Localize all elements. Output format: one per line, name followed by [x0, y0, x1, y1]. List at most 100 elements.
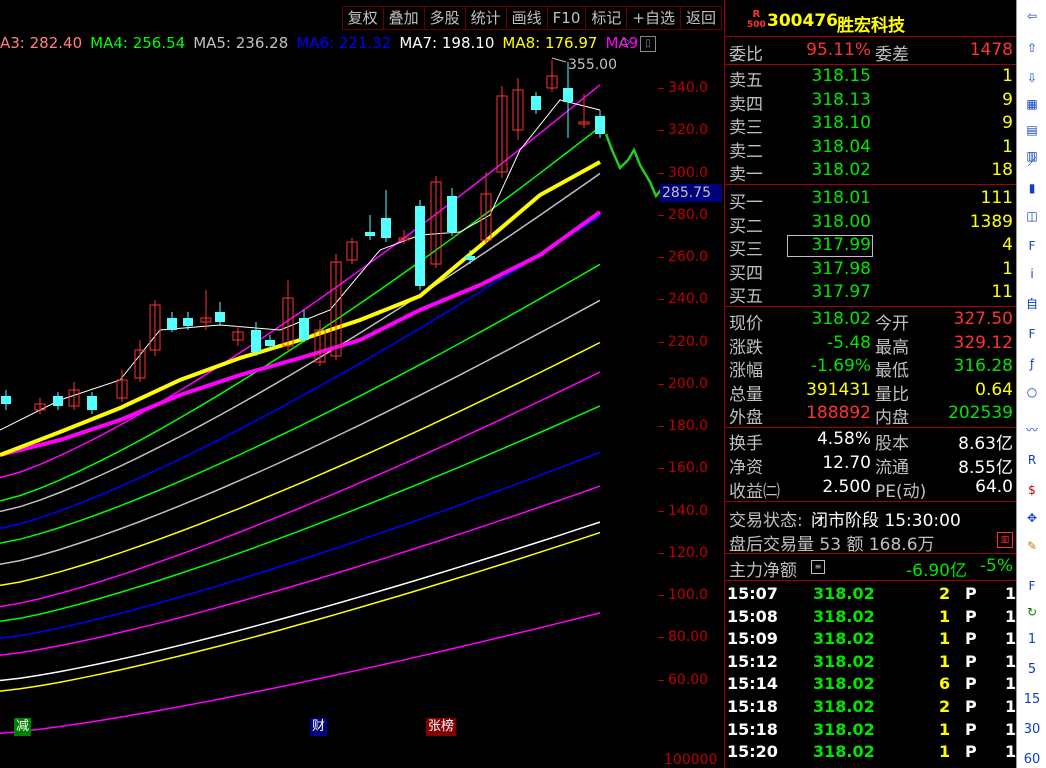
- price-axis: 340.0 320.0 300.0 280.0 260.0 240.0 220.0 200.0…: [657, 56, 724, 768]
- event-marker[interactable]: 财: [310, 718, 328, 736]
- refresh-icon[interactable]: ↻: [1022, 602, 1042, 622]
- stat-value: -1.69%: [810, 356, 871, 376]
- kline-chart[interactable]: 复权 叠加 多股 统计 画线 F10 标记 +自选 返回 A3: 282.40 MA4: 256.…: [0, 0, 724, 768]
- tick-volume: 2: [939, 584, 951, 603]
- price-tick: 80.00: [657, 629, 709, 646]
- tick-row[interactable]: 15:18 318.02 1 P 1: [725, 720, 1017, 742]
- period-button[interactable]: 1: [1017, 632, 1046, 647]
- table-icon[interactable]: ▤: [1022, 120, 1042, 140]
- ask-row: 卖三 318.10 9: [725, 113, 1017, 138]
- f12-icon[interactable]: F: [1022, 324, 1042, 344]
- window-icon[interactable]: ◫: [1022, 206, 1042, 226]
- ask-volume: 1: [1002, 66, 1013, 86]
- stat-label: 最高: [875, 337, 909, 358]
- dollar-icon[interactable]: $: [1022, 480, 1042, 500]
- fx-icon[interactable]: ƒ: [1022, 354, 1042, 374]
- stat-row: 涨幅 -1.69% 最低 316.28: [725, 356, 1017, 381]
- wave-icon[interactable]: 〰: [1022, 420, 1042, 440]
- ask-label: 卖二: [729, 141, 763, 162]
- circle-icon[interactable]: ○: [1022, 382, 1042, 402]
- high-price-label: 355.00: [568, 57, 617, 73]
- ma-line: [0, 612, 601, 735]
- stat-label: 股本: [875, 434, 909, 454]
- period-button[interactable]: 60: [1017, 752, 1046, 767]
- grid-icon[interactable]: ▦: [1022, 94, 1042, 114]
- back-arrow-icon[interactable]: ⇦: [1022, 6, 1042, 26]
- toolbar-button-8[interactable]: 返回: [679, 6, 722, 30]
- bid-row: 买一 318.01 111: [725, 188, 1017, 213]
- ask-volume: 9: [1002, 89, 1013, 110]
- stat-value: 2.500: [822, 477, 871, 497]
- stat-label: 净资: [729, 458, 763, 478]
- stat-value: 8.55亿: [958, 458, 1013, 478]
- stat-row: 外盘 188892 内盘 202539: [725, 403, 1017, 428]
- candle-body: [563, 88, 573, 102]
- pencil-icon[interactable]: ✎: [1022, 536, 1042, 556]
- stat-value: -5.48: [827, 332, 871, 353]
- bid-row: 买二 318.00 1389: [725, 211, 1017, 237]
- stat-label: 最低: [875, 361, 909, 381]
- candlestick-plot[interactable]: 355.00: [0, 0, 660, 768]
- tick-flag: P: [965, 674, 977, 694]
- tick-time: 15:20: [727, 742, 778, 762]
- move-icon[interactable]: ✥: [1022, 508, 1042, 528]
- kline-icon[interactable]: ▮: [1022, 178, 1042, 198]
- stat-label: 今开: [875, 314, 909, 334]
- bid-price: 318.01: [811, 188, 871, 208]
- candle-body: [251, 330, 261, 352]
- bid-price: 317.98: [811, 258, 871, 279]
- tick-price: 318.02: [813, 697, 875, 716]
- tick-volume: 1: [939, 742, 951, 762]
- rsi-icon[interactable]: R: [1022, 450, 1042, 470]
- candle-body: [87, 396, 97, 410]
- tick-row[interactable]: 15:20 318.02 1 P 1: [725, 742, 1017, 764]
- bid-volume: 1389: [969, 211, 1013, 232]
- period-button[interactable]: 15: [1017, 692, 1046, 707]
- tick-count: 1: [1005, 629, 1017, 649]
- stat-value: 188892: [806, 403, 871, 423]
- event-marker[interactable]: 减: [14, 718, 32, 736]
- bid-volume: 11: [991, 282, 1013, 302]
- chart-mini-icon[interactable]: ▥: [997, 532, 1013, 548]
- candle-body: [465, 256, 475, 260]
- stat-row: 收益㈡ 2.500 PE(动) 64.0: [725, 477, 1017, 502]
- tick-volume: 1: [939, 719, 951, 739]
- stat-value: 4.58%: [816, 429, 871, 449]
- ask-label: 卖四: [729, 94, 763, 115]
- ask-row: 卖二 318.04 1: [725, 137, 1017, 162]
- tick-row[interactable]: 15:12 318.02 1 P 1: [725, 652, 1017, 674]
- price-tick: 160.0: [657, 460, 709, 477]
- stat-label: 涨跌: [729, 337, 763, 358]
- stat-label: 涨幅: [729, 361, 763, 381]
- stat-value: 327.50: [953, 309, 1013, 329]
- f5-icon[interactable]: F: [1022, 576, 1042, 596]
- price-tick: 120.0: [657, 544, 709, 561]
- ask-volume: 9: [1002, 113, 1013, 133]
- hand-drawn-line: [604, 133, 660, 199]
- down-arrow-icon[interactable]: ⇩: [1022, 68, 1042, 88]
- ask-row: 卖一 318.02 18: [725, 160, 1017, 185]
- stat-label: 收益㈡: [729, 482, 780, 502]
- tick-count: 1: [1005, 742, 1017, 762]
- up-arrow-icon[interactable]: ⇧: [1022, 38, 1042, 58]
- candle-body: [265, 340, 275, 346]
- stat-value: 8.63亿: [958, 434, 1013, 454]
- tick-price: 318.02: [813, 674, 875, 694]
- list-icon[interactable]: ≡: [811, 560, 825, 574]
- period-button[interactable]: 5: [1017, 662, 1046, 677]
- tick-volume: 1: [939, 606, 951, 626]
- tick-row[interactable]: 15:18 318.02 2 P 1: [725, 697, 1017, 719]
- f10-icon[interactable]: F: [1022, 236, 1042, 256]
- tick-price: 318.02: [813, 606, 875, 626]
- period-button[interactable]: 30: [1017, 722, 1046, 737]
- tick-row[interactable]: 15:14 318.02 6 P 1: [725, 674, 1017, 696]
- self-select-icon[interactable]: 自: [1022, 294, 1042, 314]
- tick-row[interactable]: 15:09 318.02 1 P 1: [725, 629, 1017, 651]
- info-icon[interactable]: i: [1022, 264, 1042, 284]
- line-chart-icon[interactable]: ⟋: [1022, 152, 1042, 172]
- tick-flag: P: [965, 719, 977, 739]
- tick-row[interactable]: 15:08 318.02 1 P 1: [725, 607, 1017, 629]
- event-marker[interactable]: 张榜: [426, 718, 457, 736]
- tick-row[interactable]: 15:07 318.02 2 P 1: [725, 584, 1017, 606]
- ask-label: 卖一: [729, 165, 763, 185]
